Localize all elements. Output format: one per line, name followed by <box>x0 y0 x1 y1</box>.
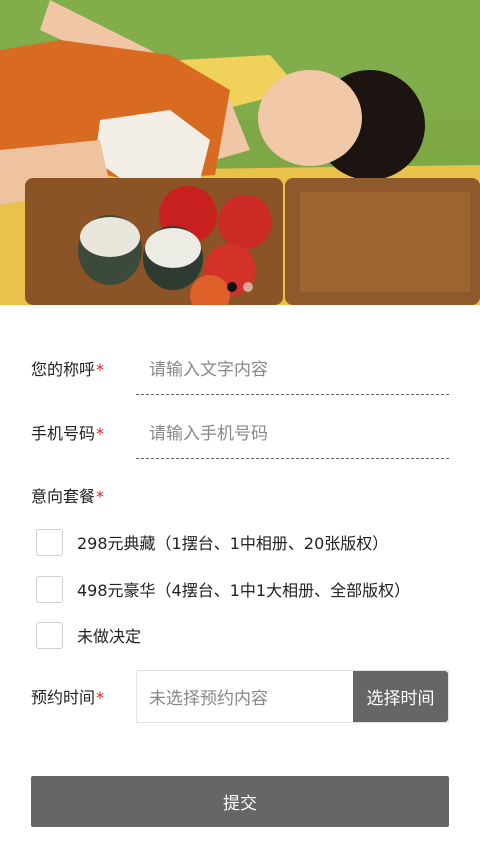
required-mark: * <box>96 360 105 379</box>
required-mark: * <box>96 688 105 707</box>
checkbox[interactable] <box>36 528 63 556</box>
package-label: 意向套餐* <box>31 487 105 506</box>
package-option-298[interactable]: 298元典藏（1摆台、1中相册、20张版权） <box>36 528 388 556</box>
carousel-indicators <box>0 282 480 292</box>
name-label: 您的称呼* <box>31 360 105 379</box>
submit-button[interactable]: 提交 <box>31 776 449 827</box>
phone-input[interactable] <box>136 409 449 459</box>
carousel-dot-active[interactable] <box>227 282 237 292</box>
package-option-label: 未做决定 <box>77 627 142 646</box>
banner-carousel[interactable] <box>0 0 480 305</box>
required-mark: * <box>96 424 105 443</box>
banner-photo <box>0 0 480 305</box>
package-option-label: 298元典藏（1摆台、1中相册、20张版权） <box>77 534 389 553</box>
package-option-498[interactable]: 498元豪华（4摆台、1中1大相册、全部版权） <box>36 575 410 603</box>
select-time-button[interactable]: 选择时间 <box>353 671 448 722</box>
time-value-display[interactable]: 未选择预约内容 <box>137 671 353 722</box>
time-label: 预约时间* <box>31 688 105 707</box>
name-input[interactable] <box>136 345 449 395</box>
time-picker: 未选择预约内容 选择时间 <box>136 670 449 723</box>
required-mark: * <box>96 487 105 506</box>
carousel-dot[interactable] <box>243 282 253 292</box>
package-option-label: 498元豪华（4摆台、1中1大相册、全部版权） <box>77 581 411 600</box>
phone-label: 手机号码* <box>31 424 105 443</box>
package-option-undecided[interactable]: 未做决定 <box>36 621 141 649</box>
checkbox[interactable] <box>36 575 63 603</box>
checkbox[interactable] <box>36 621 63 649</box>
